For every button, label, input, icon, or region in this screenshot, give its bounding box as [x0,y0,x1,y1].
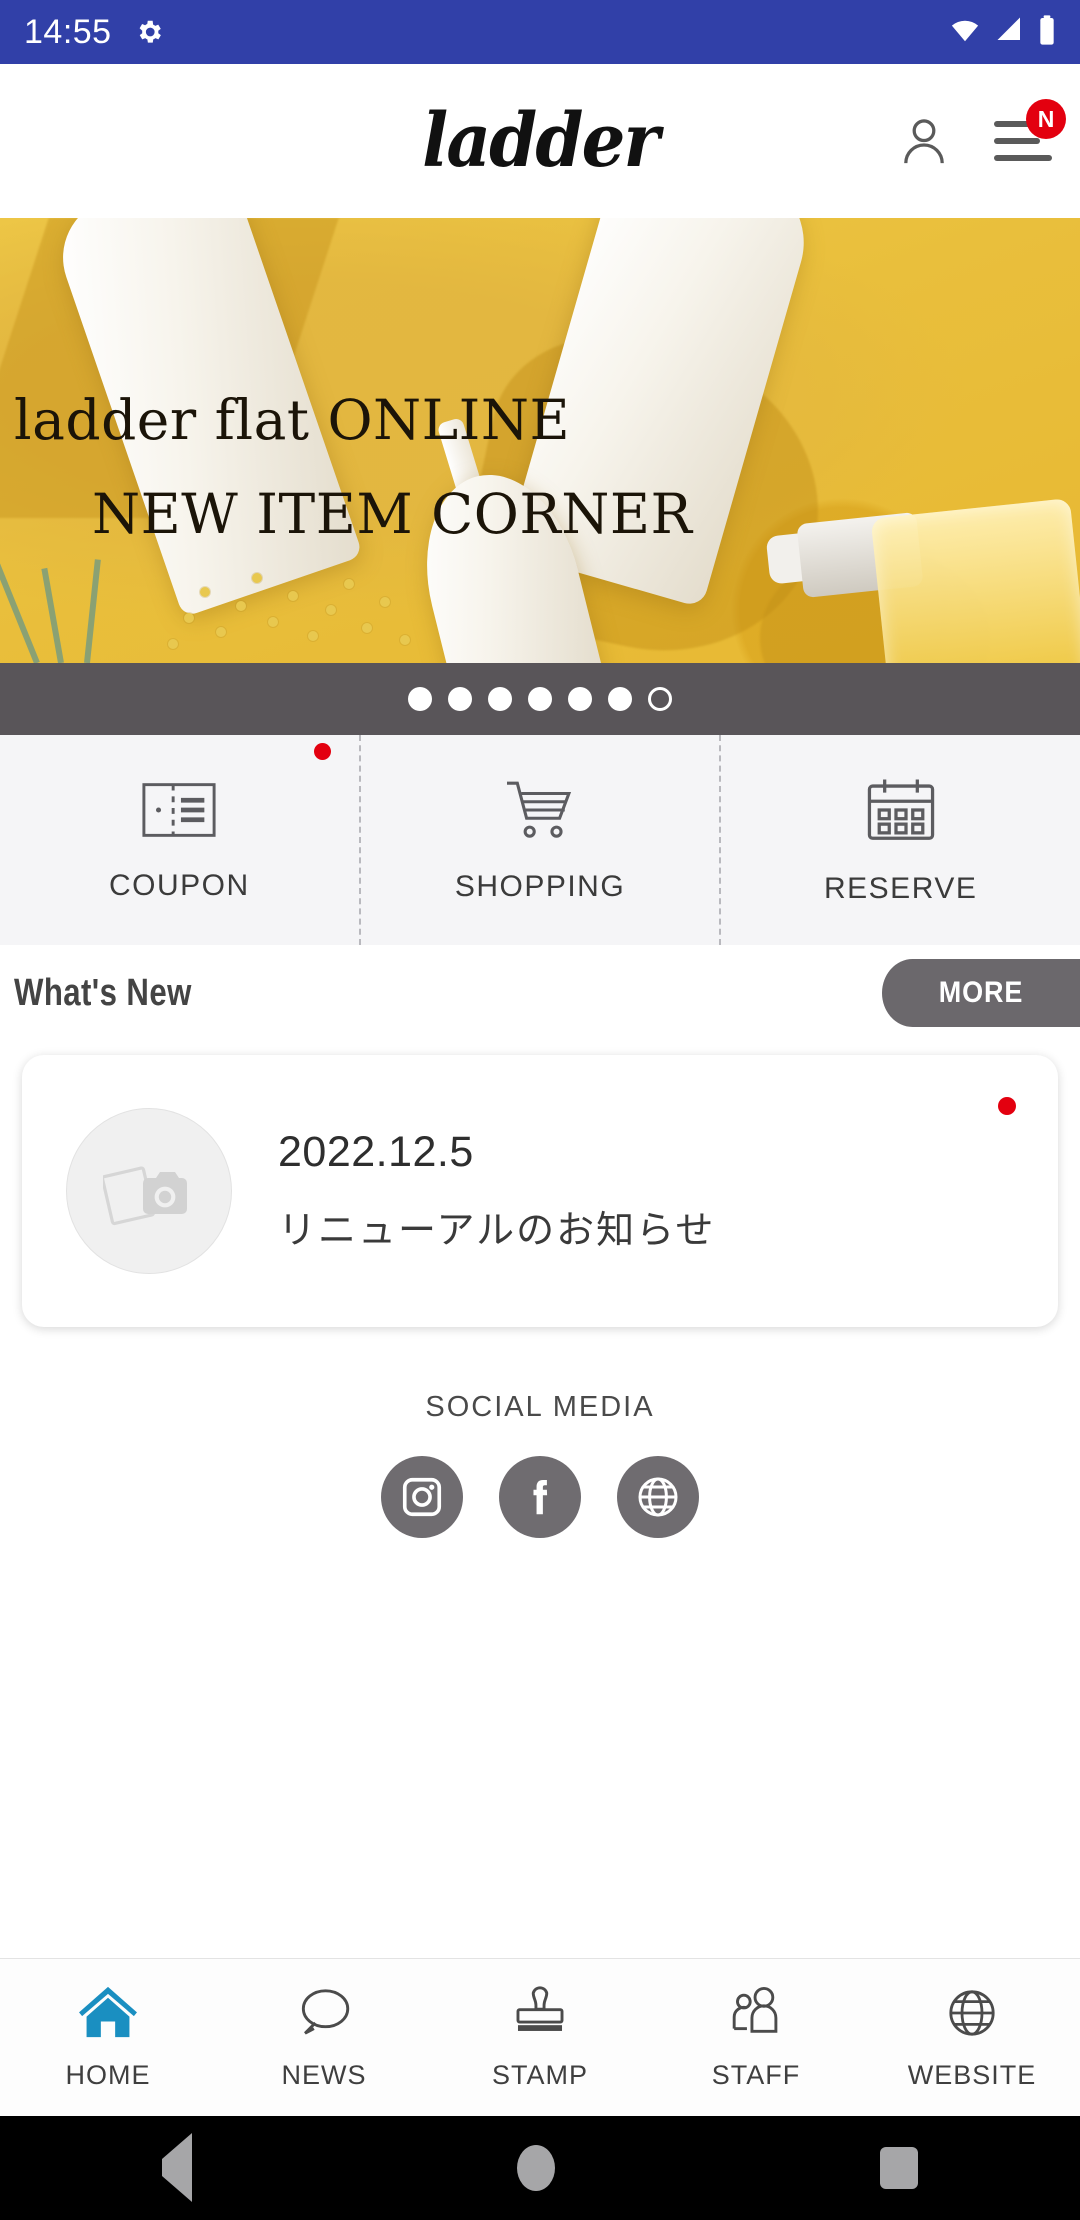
photo-placeholder-icon [66,1108,232,1274]
tab-stamp[interactable]: STAMP [432,1959,648,2116]
news-item-text: 2022.12.5 リニューアルのお知らせ [278,1128,715,1254]
hero-banner-text: ladder flat ONLINE NEW ITEM CORNER [0,388,1080,546]
android-navigation-bar [0,2116,1080,2220]
carousel-dot[interactable] [528,687,552,711]
quick-action-shopping[interactable]: SHOPPING [358,735,720,945]
social-media-title: SOCIAL MEDIA [425,1391,655,1423]
globe-icon [943,1985,1001,2046]
instagram-icon[interactable] [381,1456,463,1538]
carousel-dot[interactable] [408,687,432,711]
section-title: What's New [14,971,192,1014]
carousel-dot[interactable] [608,687,632,711]
tab-label: WEBSITE [907,2059,1037,2090]
home-circle-icon[interactable] [516,2145,555,2191]
hero-line-1: ladder flat ONLINE [14,388,571,452]
news-unread-dot [998,1097,1016,1115]
social-media-links [381,1456,699,1538]
quick-action-label: SHOPPING [454,869,626,903]
quick-action-reserve[interactable]: RESERVE [719,735,1080,945]
calendar-icon [864,775,938,850]
carousel-dot[interactable] [568,687,592,711]
back-triangle-icon[interactable] [162,2133,193,2202]
hero-line-2: NEW ITEM CORNER [92,482,693,546]
home-icon [77,1985,139,2046]
quick-action-label: COUPON [108,868,250,902]
coupon-ticket-icon [140,778,218,847]
tab-label: NEWS [281,2059,367,2090]
hero-banner-carousel[interactable]: ladder flat ONLINE NEW ITEM CORNER [0,218,1080,663]
whats-new-header: What's New MORE [0,945,1080,1041]
status-bar-time: 14:55 [24,12,112,51]
whats-new-list: 2022.12.5 リニューアルのお知らせ [0,1041,1080,1327]
shopping-cart-icon [501,777,579,848]
menu-notification-badge: N [1026,99,1066,139]
facebook-icon[interactable] [499,1456,581,1538]
tab-label: STAFF [711,2059,801,2090]
app-screen: 14:55 ladder N ladder flat ONLINE NEW IT… [0,0,1080,2220]
carousel-pagination[interactable] [0,663,1080,735]
tab-staff[interactable]: STAFF [648,1959,864,2116]
quick-action-coupon[interactable]: COUPON [0,735,359,945]
tab-news[interactable]: NEWS [216,1959,432,2116]
battery-icon [1038,14,1056,51]
quick-actions-row: COUPON SHOPPING RESERVE [0,735,1080,945]
status-bar: 14:55 [0,0,1080,64]
speech-bubble-icon [293,1985,355,2046]
hamburger-menu-icon[interactable]: N [994,99,1066,161]
globe-icon[interactable] [617,1456,699,1538]
carousel-dot-current[interactable] [648,687,672,711]
gear-icon [134,17,164,47]
tab-label: STAMP [491,2059,588,2090]
content-spacer [0,1538,1080,1958]
stamp-icon [511,1985,569,2046]
bottom-tab-bar: HOME NEWS STAMP STAFF WEBSITE [0,1958,1080,2116]
carousel-dot[interactable] [448,687,472,711]
whats-new-more-button[interactable]: MORE [882,959,1080,1027]
signal-icon [994,15,1026,50]
coupon-notification-dot [313,743,331,760]
status-bar-indicators [948,14,1056,51]
news-list-item[interactable]: 2022.12.5 リニューアルのお知らせ [22,1055,1058,1327]
person-icon[interactable] [896,113,952,169]
tab-website[interactable]: WEBSITE [864,1959,1080,2116]
carousel-dot[interactable] [488,687,512,711]
brand-logo[interactable]: ladder [38,98,1042,184]
people-icon [726,1985,786,2046]
header-actions: N [896,99,1066,169]
wifi-icon [948,15,982,50]
news-item-title: リニューアルのお知らせ [278,1210,716,1252]
quick-action-label: RESERVE [824,871,978,905]
tab-label: HOME [65,2059,151,2090]
news-item-date: 2022.12.5 [278,1128,474,1176]
social-media-section: SOCIAL MEDIA [0,1391,1080,1538]
recents-square-icon[interactable] [879,2147,918,2189]
tab-home[interactable]: HOME [0,1959,216,2116]
app-header: ladder N [0,64,1080,218]
